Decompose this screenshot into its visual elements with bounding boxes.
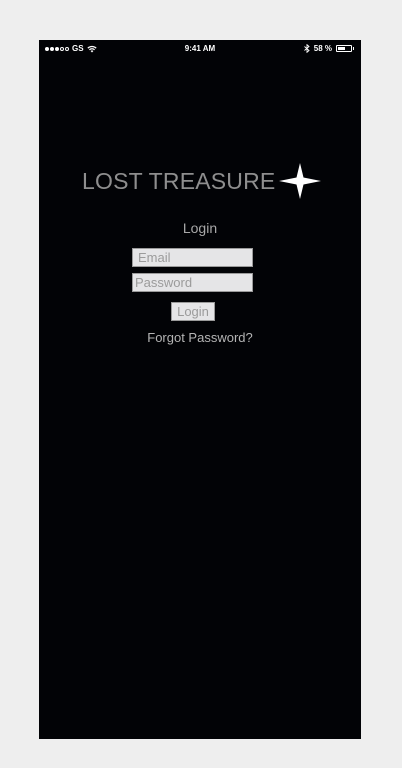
email-input[interactable] bbox=[132, 248, 253, 267]
status-right: 58 % bbox=[303, 44, 354, 53]
status-bar: GS 9:41 AM 58 % bbox=[39, 40, 361, 58]
battery-percent: 58 % bbox=[313, 44, 332, 53]
battery-level bbox=[338, 47, 345, 50]
battery-icon bbox=[336, 45, 352, 52]
login-heading: Login bbox=[182, 220, 218, 236]
app-header: LOST TREASURE bbox=[82, 163, 322, 199]
four-point-star-icon bbox=[279, 163, 322, 199]
battery-cap bbox=[353, 47, 354, 50]
phone-screen: GS 9:41 AM 58 % LOST TREASURE Login Emai… bbox=[39, 40, 361, 739]
bluetooth-icon bbox=[303, 44, 310, 53]
login-button[interactable]: Login bbox=[171, 302, 215, 321]
app-title: LOST TREASURE bbox=[82, 167, 276, 194]
password-input[interactable] bbox=[132, 273, 253, 292]
forgot-password-link[interactable]: Forgot Password? bbox=[39, 330, 361, 345]
